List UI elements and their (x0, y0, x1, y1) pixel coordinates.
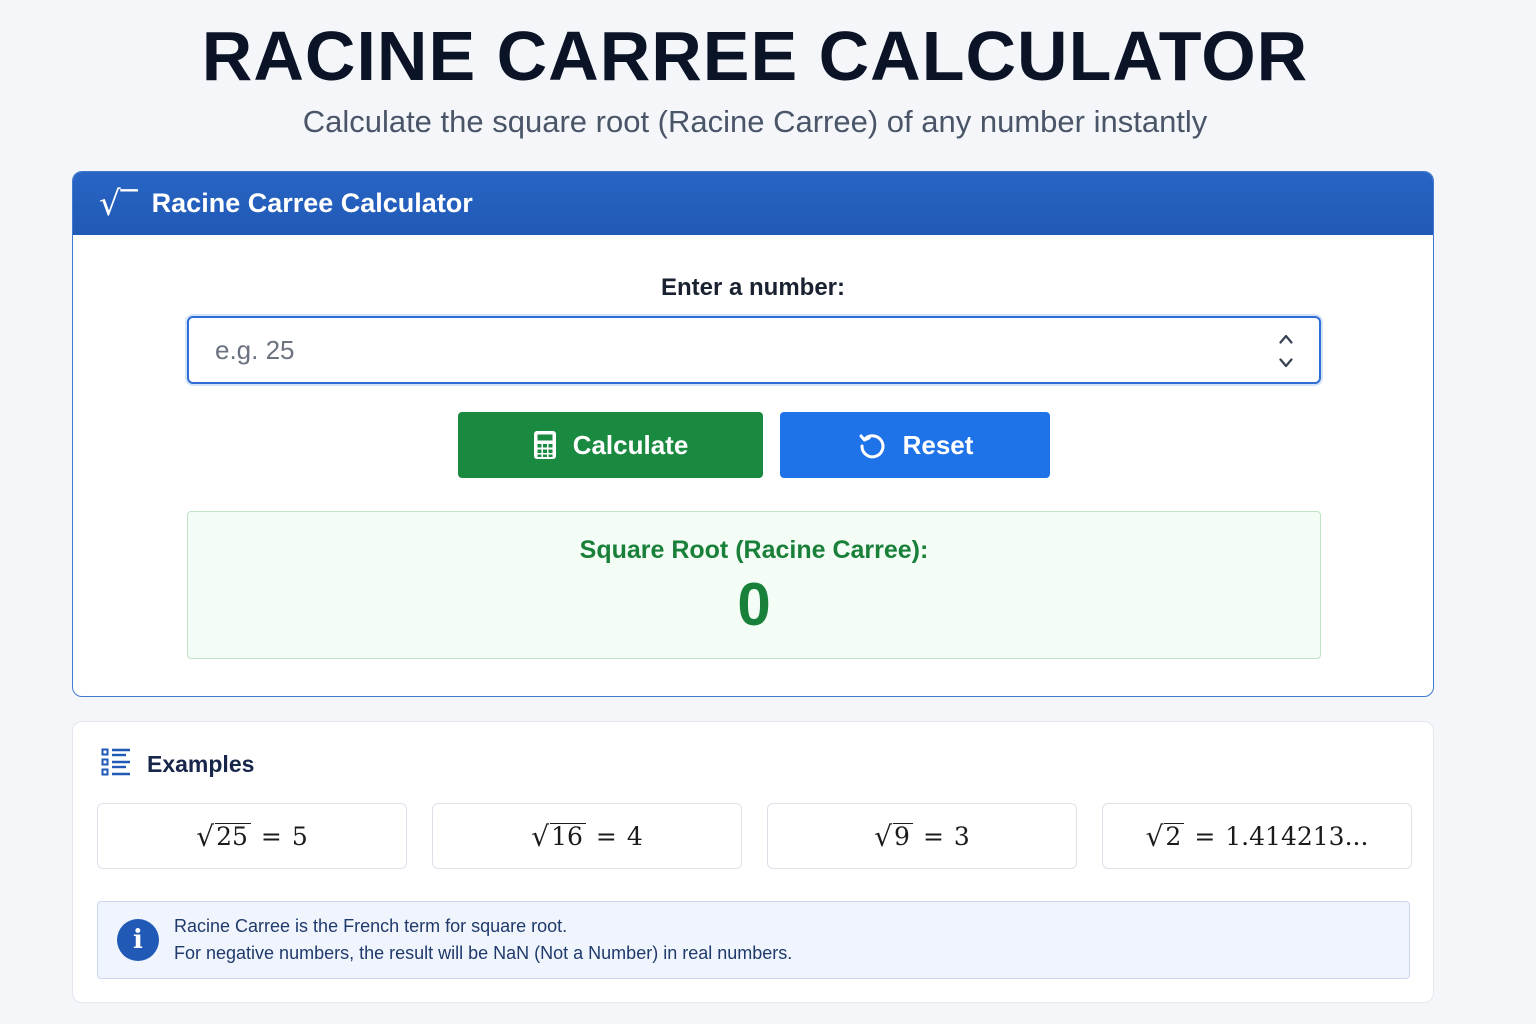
example-radicand: 25 (215, 822, 251, 850)
number-input-wrapper (187, 316, 1321, 384)
number-stepper[interactable] (1275, 334, 1297, 368)
calculate-button-label: Calculate (572, 429, 689, 460)
calculator-icon (533, 430, 557, 460)
equals-sign: = (260, 821, 282, 851)
example-item: √ 16 = 4 (432, 803, 742, 869)
result-label: Square Root (Racine Carree): (579, 536, 929, 564)
radical-sign: √ (1145, 819, 1164, 853)
radical-sign: √ (196, 819, 215, 853)
example-result: 3 (953, 821, 970, 851)
page-title: RACINE CARREE CALCULATOR (201, 17, 1309, 95)
result-value: 0 (737, 571, 771, 638)
example-radicand: 16 (550, 822, 586, 850)
equals-sign: = (1194, 821, 1216, 851)
result-panel: Square Root (Racine Carree): 0 (187, 511, 1321, 659)
equals-sign: = (922, 821, 944, 851)
page-subtitle: Calculate the square root (Racine Carree… (302, 104, 1208, 139)
chevron-down-icon[interactable] (1279, 358, 1293, 368)
info-line-2: For negative numbers, the result will be… (174, 943, 793, 963)
radical-sign: √ (531, 819, 550, 853)
calculate-button[interactable]: Calculate (458, 412, 763, 478)
examples-card: Examples √ 25 = 5 √ 16 = 4 √ 9 = 3 √ 2 = 1.414213...… (72, 721, 1434, 1003)
info-text: Racine Carree is the French term for squ… (174, 913, 792, 967)
example-result: 1.414213... (1225, 821, 1369, 851)
square-root-icon: √‾ (99, 183, 138, 224)
calculator-title: Racine Carree Calculator (151, 188, 473, 218)
info-icon: i (117, 919, 159, 961)
example-item: √ 25 = 5 (97, 803, 407, 869)
radical-sign: √ (874, 819, 893, 853)
reset-icon (857, 430, 887, 460)
chevron-up-icon[interactable] (1279, 334, 1293, 344)
example-result: 4 (626, 821, 643, 851)
number-input[interactable] (189, 318, 1319, 382)
equals-sign: = (595, 821, 617, 851)
example-radicand: 9 (893, 822, 913, 850)
example-result: 5 (291, 821, 308, 851)
info-note: i Racine Carree is the French term for s… (97, 901, 1410, 979)
reset-button[interactable]: Reset (780, 412, 1050, 478)
examples-header: Examples (101, 748, 254, 781)
calculator-card: √‾ Racine Carree Calculator Enter a numb… (72, 171, 1434, 697)
reset-button-label: Reset (902, 429, 974, 460)
info-line-1: Racine Carree is the French term for squ… (174, 916, 568, 936)
examples-title: Examples (147, 751, 255, 777)
input-label: Enter a number: (660, 274, 846, 301)
calculator-header: √‾ Racine Carree Calculator (73, 172, 1433, 235)
example-radicand: 2 (1164, 822, 1185, 850)
list-icon (101, 748, 131, 781)
example-item: √ 2 = 1.414213... (1102, 803, 1412, 869)
example-item: √ 9 = 3 (767, 803, 1077, 869)
